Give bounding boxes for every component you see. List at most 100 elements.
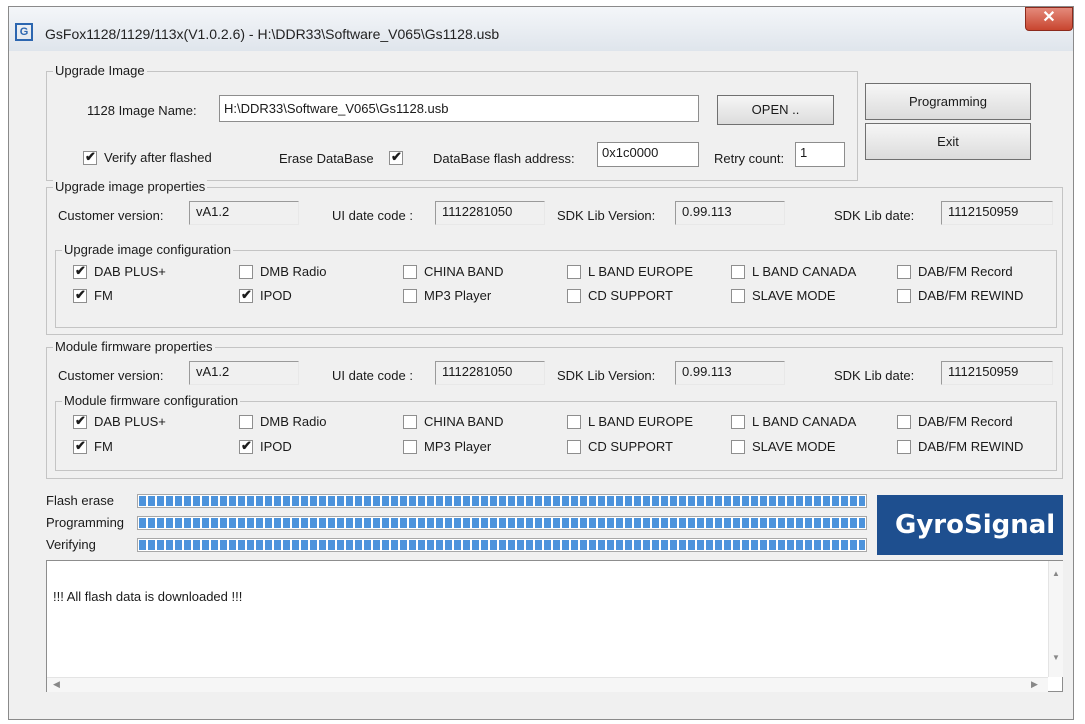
checkbox-box: [239, 264, 253, 279]
erase-database-checkbox[interactable]: ✔: [389, 149, 410, 167]
module-option-checkbox[interactable]: DMB Radio: [239, 413, 326, 431]
module-customer-version-label: Customer version:: [58, 368, 164, 383]
scroll-up-icon[interactable]: ▲: [1052, 569, 1060, 578]
module-sdk-version-value: 0.99.113: [675, 361, 785, 385]
exit-button[interactable]: Exit: [865, 123, 1031, 160]
upgrade-option-checkbox[interactable]: ✔ FM: [73, 287, 113, 305]
module-config-legend: Module firmware configuration: [62, 393, 241, 408]
upgrade-option-checkbox[interactable]: CD SUPPORT: [567, 287, 673, 305]
option-label: SLAVE MODE: [752, 439, 836, 455]
scroll-left-icon[interactable]: ◀: [53, 679, 60, 690]
module-properties-legend: Module firmware properties: [53, 339, 215, 354]
module-option-checkbox[interactable]: CD SUPPORT: [567, 438, 673, 456]
option-label: L BAND CANADA: [752, 264, 857, 280]
window-title: GsFox1128/1129/113x(V1.0.2.6) - H:\DDR33…: [45, 26, 500, 42]
checkbox-box: [731, 288, 745, 303]
upgrade-option-checkbox[interactable]: DAB/FM REWIND: [897, 287, 1023, 305]
option-label: FM: [94, 439, 113, 455]
option-label: IPOD: [260, 439, 292, 455]
progress-label: Verifying: [46, 537, 96, 552]
upgrade-option-checkbox[interactable]: L BAND CANADA: [731, 263, 856, 281]
checkbox-box: ✔: [73, 262, 87, 279]
upgrade-option-checkbox[interactable]: L BAND EUROPE: [567, 263, 693, 281]
scroll-down-icon[interactable]: ▼: [1052, 653, 1060, 662]
upgrade-option-checkbox[interactable]: DMB Radio: [239, 263, 326, 281]
option-label: DAB/FM Record: [918, 414, 1013, 430]
checkbox-box: [897, 264, 911, 279]
title-bar[interactable]: G GsFox1128/1129/113x(V1.0.2.6) - H:\DDR…: [9, 7, 1073, 51]
check-icon: ✔: [75, 286, 86, 302]
option-label: CHINA BAND: [424, 414, 504, 430]
option-label: DMB Radio: [260, 414, 327, 430]
check-icon: ✔: [75, 262, 86, 278]
upgrade-option-checkbox[interactable]: SLAVE MODE: [731, 287, 836, 305]
module-option-checkbox[interactable]: ✔ IPOD: [239, 438, 292, 456]
checkbox-box: [567, 288, 581, 303]
upgrade-option-checkbox[interactable]: ✔ IPOD: [239, 287, 292, 305]
checkbox-box: ✔: [239, 287, 253, 303]
module-option-checkbox[interactable]: ✔ FM: [73, 438, 113, 456]
erase-database-label: Erase DataBase: [279, 151, 374, 166]
progress-fill: [139, 496, 865, 506]
option-label: L BAND CANADA: [752, 414, 857, 430]
programming-button[interactable]: Programming: [865, 83, 1031, 120]
upgrade-image-legend: Upgrade Image: [53, 63, 147, 78]
checkbox-box: [403, 439, 417, 454]
db-address-input[interactable]: 0x1c0000: [597, 142, 699, 167]
module-sdk-version-label: SDK Lib Version:: [557, 368, 656, 383]
module-customer-version-value: vA1.2: [189, 361, 299, 385]
log-output[interactable]: !!! All flash data is downloaded !!! ▲ ▼…: [46, 560, 1063, 692]
progress-bar: [137, 516, 867, 530]
upgrade-properties-legend: Upgrade image properties: [53, 179, 208, 194]
module-option-checkbox[interactable]: DAB/FM REWIND: [897, 438, 1023, 456]
scroll-right-icon[interactable]: ▶: [1031, 679, 1038, 690]
progress-bar: [137, 494, 867, 508]
module-config-group: [55, 401, 1057, 471]
module-option-checkbox[interactable]: MP3 Player: [403, 438, 491, 456]
horizontal-scrollbar[interactable]: ◀ ▶: [47, 677, 1048, 692]
checkbox-box: ✔: [73, 413, 87, 429]
option-label: DAB/FM REWIND: [918, 288, 1024, 304]
progress-label: Flash erase: [46, 493, 114, 508]
open-button[interactable]: OPEN ..: [717, 95, 834, 125]
module-option-checkbox[interactable]: L BAND EUROPE: [567, 413, 693, 431]
image-name-label: 1128 Image Name:: [87, 103, 197, 118]
check-icon: ✔: [75, 437, 86, 453]
option-label: L BAND EUROPE: [588, 264, 693, 280]
module-ui-date-value: 1112281050: [435, 361, 545, 385]
retry-count-input[interactable]: 1: [795, 142, 845, 167]
close-button[interactable]: ✕: [1025, 7, 1073, 31]
upgrade-option-checkbox[interactable]: MP3 Player: [403, 287, 491, 305]
module-option-checkbox[interactable]: L BAND CANADA: [731, 413, 856, 431]
upgrade-option-checkbox[interactable]: DAB/FM Record: [897, 263, 1013, 281]
option-label: CHINA BAND: [424, 264, 504, 280]
module-ui-date-label: UI date code :: [332, 368, 413, 383]
module-option-checkbox[interactable]: CHINA BAND: [403, 413, 503, 431]
image-name-input[interactable]: H:\DDR33\Software_V065\Gs1128.usb: [219, 95, 699, 122]
checkbox-box: [897, 439, 911, 454]
checkbox-box: [403, 264, 417, 279]
ui-date-value: 1112281050: [435, 201, 545, 225]
upgrade-option-checkbox[interactable]: ✔ DAB PLUS+: [73, 263, 166, 281]
option-label: L BAND EUROPE: [588, 414, 693, 430]
module-sdk-date-label: SDK Lib date:: [834, 368, 915, 383]
option-label: MP3 Player: [424, 288, 492, 304]
checkbox-box: [897, 288, 911, 303]
module-option-checkbox[interactable]: SLAVE MODE: [731, 438, 836, 456]
upgrade-option-checkbox[interactable]: CHINA BAND: [403, 263, 503, 281]
gyrosignal-logo: GyroSignal: [877, 495, 1063, 555]
customer-version-value: vA1.2: [189, 201, 299, 225]
progress-fill: [139, 540, 865, 550]
checkbox-box: ✔: [239, 438, 253, 454]
verify-label: Verify after flashed: [104, 150, 212, 166]
module-option-checkbox[interactable]: DAB/FM Record: [897, 413, 1013, 431]
verify-checkbox[interactable]: ✔ Verify after flashed: [83, 149, 212, 167]
checkbox-box: [403, 414, 417, 429]
vertical-scrollbar[interactable]: ▲ ▼: [1048, 561, 1063, 677]
checkbox-box: [567, 439, 581, 454]
sdk-version-value: 0.99.113: [675, 201, 785, 225]
option-label: SLAVE MODE: [752, 288, 836, 304]
checkbox-box: [567, 264, 581, 279]
checkbox-box: [403, 288, 417, 303]
module-option-checkbox[interactable]: ✔ DAB PLUS+: [73, 413, 166, 431]
